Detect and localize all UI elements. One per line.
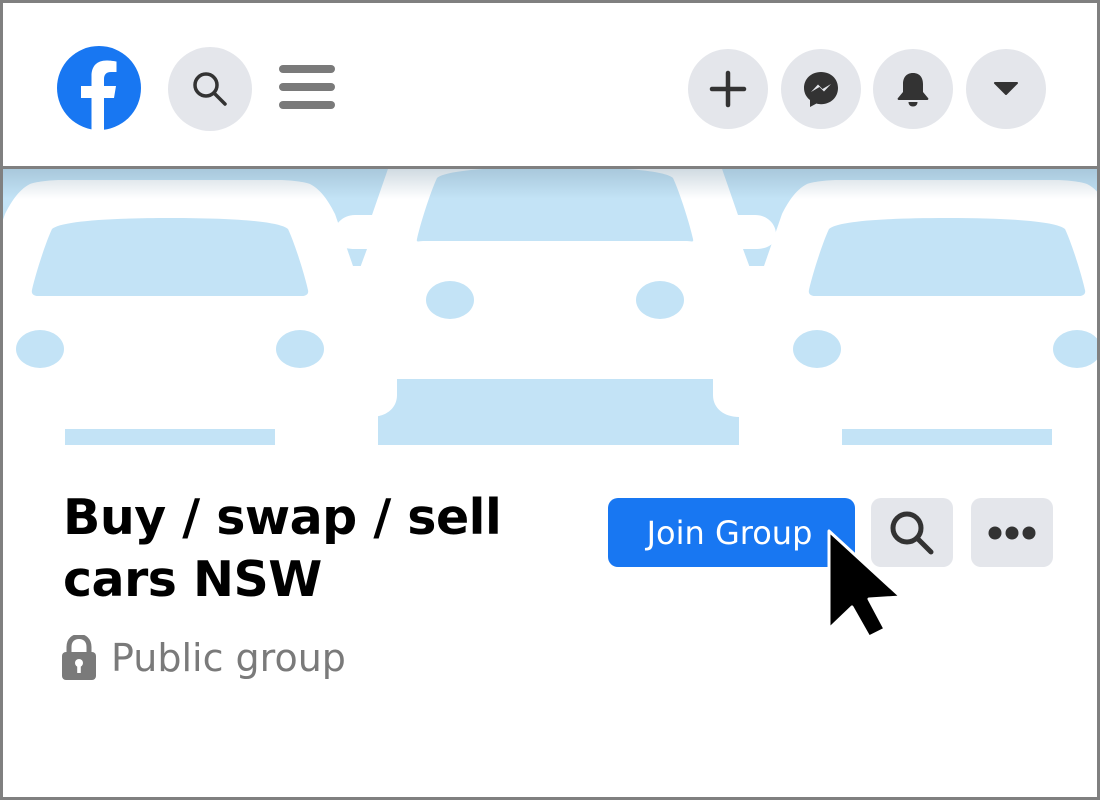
facebook-group-page: Buy / swap / sell cars NSW Public group … [0,0,1100,800]
search-icon [890,511,934,554]
group-privacy: Public group [61,635,346,681]
join-group-button[interactable]: Join Group [608,498,855,567]
car-illustration-left [3,180,396,445]
car-illustration-right [721,180,1097,445]
privacy-label: Public group [111,636,346,680]
group-search-button[interactable] [871,498,953,567]
cars-illustration [3,169,1097,445]
plus-icon [709,70,747,108]
more-dots-icon [988,526,1036,539]
group-name: Buy / swap / sell cars NSW [63,489,502,608]
group-more-options-button[interactable] [971,498,1053,567]
create-button[interactable] [688,49,768,129]
notifications-button[interactable] [873,49,953,129]
search-icon [193,72,227,106]
lock-icon [62,635,96,680]
search-button[interactable] [168,47,252,131]
group-cover-photo [3,169,1097,445]
messenger-button[interactable] [781,49,861,129]
account-menu-button[interactable] [966,49,1046,129]
top-navigation-bar [3,3,1097,169]
facebook-logo-icon[interactable] [57,46,141,130]
bell-icon [897,73,929,107]
messenger-icon [804,72,838,107]
hamburger-menu-icon[interactable] [279,65,335,113]
car-illustration-center [334,169,776,417]
caret-down-icon [994,82,1018,95]
